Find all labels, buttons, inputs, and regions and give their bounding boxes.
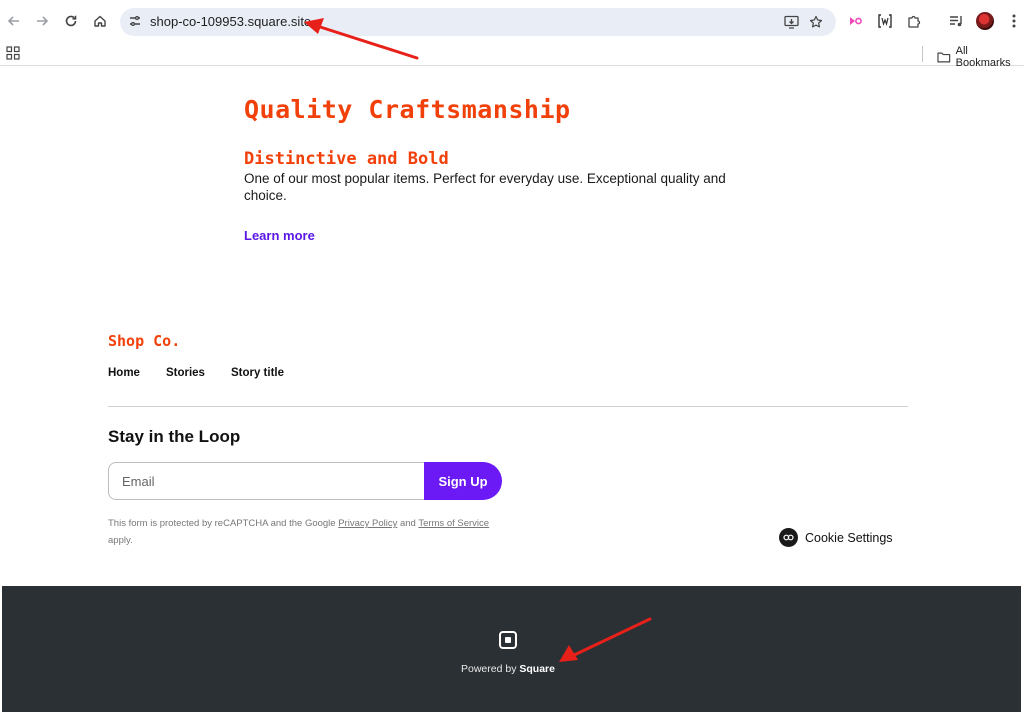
browser-menu-button[interactable] bbox=[1005, 12, 1023, 30]
cookie-icon bbox=[779, 528, 798, 547]
media-button[interactable] bbox=[947, 12, 965, 30]
bookmarks-separator bbox=[922, 46, 923, 62]
square-logo-icon[interactable] bbox=[499, 631, 517, 649]
bookmark-star-button[interactable] bbox=[808, 14, 824, 30]
forward-arrow-icon bbox=[37, 16, 49, 26]
legal-prefix: This form is protected by reCAPTCHA and … bbox=[108, 518, 339, 529]
reload-icon bbox=[65, 15, 77, 27]
media-icon bbox=[949, 16, 962, 27]
menu-icon bbox=[1012, 14, 1016, 28]
extensions-button[interactable] bbox=[905, 12, 923, 30]
address-bar[interactable]: shop-co-109953.square.site bbox=[120, 8, 836, 36]
cookie-settings-button[interactable]: Cookie Settings bbox=[779, 528, 893, 547]
folder-icon bbox=[937, 52, 951, 63]
learn-more-link[interactable]: Learn more bbox=[244, 228, 315, 243]
home-icon bbox=[94, 15, 106, 27]
puzzle-icon bbox=[907, 15, 920, 28]
site-brand[interactable]: Shop Co. bbox=[108, 332, 180, 350]
bookmarks-bar: All Bookmarks bbox=[0, 42, 1024, 69]
legal-suffix: apply. bbox=[108, 535, 133, 546]
footer-nav-story-title[interactable]: Story title bbox=[231, 367, 284, 379]
section-divider bbox=[108, 406, 908, 407]
avatar bbox=[976, 12, 994, 30]
hero-description: One of our most popular items. Perfect f… bbox=[244, 171, 726, 203]
footer-nav-stories[interactable]: Stories bbox=[166, 367, 205, 379]
star-icon bbox=[809, 15, 823, 28]
extension-bracket[interactable] bbox=[876, 12, 894, 30]
hero-subtitle: Distinctive and Bold bbox=[244, 149, 449, 169]
forward-button[interactable] bbox=[31, 10, 53, 32]
extension-pink-icon bbox=[850, 17, 862, 25]
address-bar-url[interactable]: shop-co-109953.square.site bbox=[150, 14, 311, 29]
sign-up-button[interactable]: Sign Up bbox=[424, 462, 502, 500]
footer-nav-home[interactable]: Home bbox=[108, 367, 140, 379]
home-button[interactable] bbox=[89, 10, 111, 32]
profile-button[interactable] bbox=[976, 12, 994, 30]
newsletter-title: Stay in the Loop bbox=[108, 427, 241, 446]
hero-title: Quality Craftsmanship bbox=[244, 95, 571, 124]
back-arrow-icon bbox=[7, 16, 19, 26]
email-field[interactable] bbox=[108, 462, 426, 500]
site-footer: Powered by Square bbox=[2, 586, 1021, 712]
privacy-policy-link[interactable]: Privacy Policy bbox=[338, 518, 397, 529]
browser-toolbar: shop-co-109953.square.site bbox=[0, 0, 1024, 42]
cookie-settings-label: Cookie Settings bbox=[805, 530, 893, 545]
all-bookmarks-label: All Bookmarks bbox=[955, 45, 1011, 69]
extension-pink[interactable] bbox=[847, 12, 865, 30]
recaptcha-notice: This form is protected by reCAPTCHA and … bbox=[108, 515, 508, 549]
apps-grid-icon[interactable] bbox=[6, 46, 20, 60]
powered-brand-link[interactable]: Square bbox=[519, 663, 555, 675]
back-button[interactable] bbox=[3, 10, 25, 32]
terms-of-service-link[interactable]: Terms of Service bbox=[418, 518, 489, 529]
install-app-icon bbox=[783, 15, 799, 29]
reload-button[interactable] bbox=[60, 10, 82, 32]
install-app-button[interactable] bbox=[783, 14, 799, 30]
all-bookmarks-button[interactable]: All Bookmarks bbox=[937, 45, 1024, 69]
page-content: Quality Craftsmanship Distinctive and Bo… bbox=[2, 67, 1021, 712]
extension-bracket-icon bbox=[878, 14, 892, 28]
powered-by: Powered by Square bbox=[2, 663, 1014, 675]
footer-nav: Home Stories Story title bbox=[108, 367, 310, 379]
legal-and: and bbox=[397, 518, 419, 529]
powered-prefix: Powered by bbox=[461, 663, 520, 675]
site-info-icon[interactable] bbox=[128, 14, 142, 28]
